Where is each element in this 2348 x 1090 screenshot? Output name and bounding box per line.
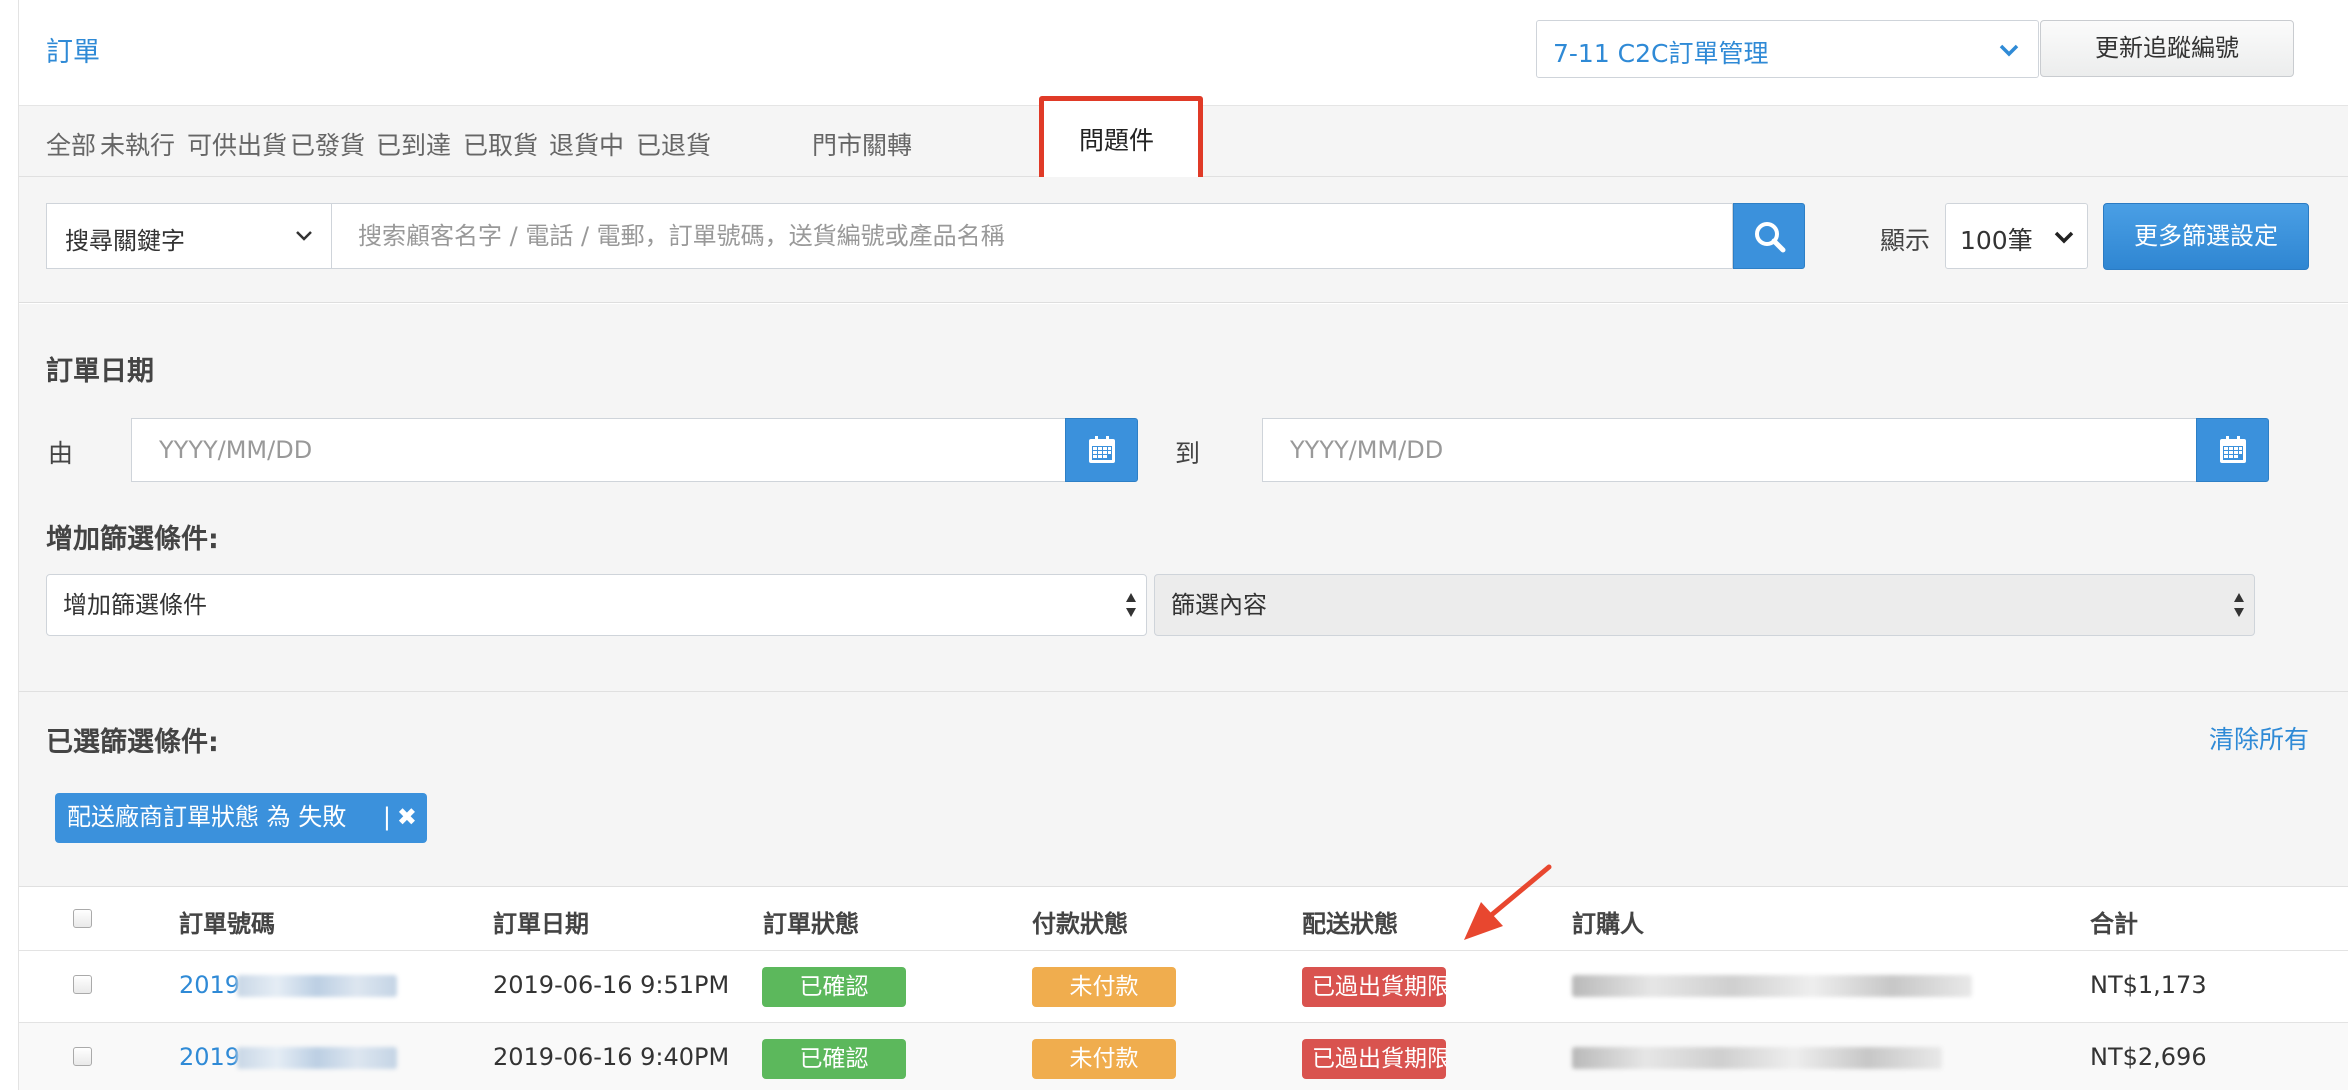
show-label: 顯示	[1880, 226, 1931, 255]
order-total: NT$2,696	[2090, 1043, 2207, 1071]
payment-status-badge: 未付款	[1032, 967, 1176, 1007]
header: 訂單 7-11 C2C訂單管理 更新追蹤編號	[19, 0, 2348, 105]
tab-shipped[interactable]: 已發貨	[290, 126, 365, 162]
col-total[interactable]: 合計	[2090, 904, 2138, 939]
tab-returned[interactable]: 已退貨	[636, 126, 711, 162]
tab-not-executed[interactable]: 未執行	[100, 126, 175, 162]
tab-all[interactable]: 全部	[46, 126, 96, 162]
delivery-status-badge: 已過出貨期限	[1302, 967, 1446, 1007]
remove-filter-icon[interactable]: ✖	[397, 793, 417, 841]
redacted-order-number	[237, 1047, 397, 1069]
filter-panel: 訂單日期 由 YYYY/MM/DD 到 YYYY/MM/DD 增加篩選條件: 增…	[19, 304, 2348, 692]
to-date-input[interactable]: YYYY/MM/DD	[1262, 418, 2197, 482]
from-date-input[interactable]: YYYY/MM/DD	[131, 418, 1066, 482]
order-number-link[interactable]: 2019	[179, 1043, 240, 1071]
keyword-select-value: 搜尋關鍵字	[65, 227, 185, 255]
tab-problem: 問題件	[1079, 126, 1155, 155]
row-checkbox[interactable]	[73, 975, 92, 994]
update-tracking-button[interactable]: 更新追蹤編號	[2040, 20, 2294, 77]
condition-select[interactable]: 增加篩選條件	[46, 574, 1147, 636]
tab-arrived[interactable]: 已到達	[376, 126, 451, 162]
orders-page: 訂單 7-11 C2C訂單管理 更新追蹤編號 全部 未執行 可供出貨 已發貨 已…	[18, 0, 2348, 1090]
search-button[interactable]	[1733, 203, 1805, 269]
order-status-badge: 已確認	[762, 967, 906, 1007]
page-size-select[interactable]: 100筆	[1945, 203, 2088, 269]
tab-picked-up[interactable]: 已取貨	[463, 126, 538, 162]
calendar-icon	[2220, 436, 2246, 463]
updown-arrows-icon	[1126, 593, 1136, 617]
col-order-no[interactable]: 訂單號碼	[179, 904, 275, 939]
tab-returning[interactable]: 退貨中	[549, 126, 624, 162]
calendar-icon	[1089, 436, 1115, 463]
store-select-value: 7-11 C2C訂單管理	[1553, 39, 1769, 68]
orders-table: 訂單號碼 訂單日期 訂單狀態 付款狀態 配送狀態 訂購人 合計 2019 201…	[19, 886, 2348, 1090]
to-calendar-button[interactable]	[2196, 418, 2269, 482]
chevron-down-icon	[1999, 44, 2019, 57]
more-filters-button[interactable]: 更多篩選設定	[2103, 203, 2309, 270]
chevron-down-icon	[296, 231, 312, 241]
selected-filters: 已選篩選條件: 清除所有 配送廠商訂單狀態 為 失敗 | ✖	[19, 692, 2348, 886]
content-select-value: 篩選內容	[1171, 591, 1267, 619]
redacted-customer	[1572, 1047, 1942, 1069]
col-order-date[interactable]: 訂單日期	[493, 904, 589, 939]
col-customer[interactable]: 訂購人	[1572, 904, 1644, 939]
search-bar: 搜尋關鍵字 搜索顧客名字 / 電話 / 電郵，訂單號碼，送貨編號或產品名稱 顯示…	[19, 177, 2348, 303]
updown-arrows-icon	[2234, 593, 2244, 617]
filter-chip: 配送廠商訂單狀態 為 失敗 | ✖	[55, 793, 427, 843]
search-icon	[1755, 222, 1786, 253]
select-all-checkbox[interactable]	[73, 909, 92, 928]
from-calendar-button[interactable]	[1065, 418, 1138, 482]
col-order-status[interactable]: 訂單狀態	[763, 904, 859, 939]
condition-select-value: 增加篩選條件	[63, 591, 207, 619]
clear-all-link[interactable]: 清除所有	[2209, 720, 2309, 756]
order-total: NT$1,173	[2090, 971, 2207, 999]
search-input[interactable]: 搜索顧客名字 / 電話 / 電郵，訂單號碼，送貨編號或產品名稱	[332, 203, 1733, 269]
to-label: 到	[1175, 439, 1201, 468]
add-condition-label: 增加篩選條件:	[46, 524, 219, 555]
order-date: 2019-06-16 9:40PM	[493, 1043, 730, 1071]
order-date: 2019-06-16 9:51PM	[493, 971, 730, 999]
chip-separator: |	[382, 803, 391, 831]
redacted-customer	[1572, 975, 1972, 997]
page-title: 訂單	[46, 37, 100, 68]
chevron-down-icon	[2054, 231, 2074, 244]
tab-ready-to-ship[interactable]: 可供出貨	[187, 126, 287, 162]
row-checkbox[interactable]	[73, 1047, 92, 1066]
selected-filters-label: 已選篩選條件:	[46, 727, 219, 758]
from-label: 由	[48, 439, 74, 468]
content-select[interactable]: 篩選內容	[1154, 574, 2255, 636]
order-date-label: 訂單日期	[46, 356, 154, 387]
tab-problem-highlight[interactable]: 問題件	[1039, 96, 1203, 188]
col-delivery-status[interactable]: 配送狀態	[1302, 904, 1398, 939]
delivery-status-badge: 已過出貨期限	[1302, 1039, 1446, 1079]
page-size-value: 100筆	[1960, 226, 2033, 255]
table-row[interactable]: 2019 2019-06-16 9:40PM 已確認 未付款 已過出貨期限 NT…	[19, 1022, 2348, 1090]
payment-status-badge: 未付款	[1032, 1039, 1176, 1079]
keyword-select[interactable]: 搜尋關鍵字	[46, 203, 332, 269]
order-number-link[interactable]: 2019	[179, 971, 240, 999]
annotation-arrow-icon	[1464, 864, 1552, 940]
store-select[interactable]: 7-11 C2C訂單管理	[1536, 20, 2039, 78]
tab-store-transfer[interactable]: 門市關轉	[812, 126, 912, 162]
filter-chip-label: 配送廠商訂單狀態 為 失敗	[67, 803, 347, 831]
col-payment-status[interactable]: 付款狀態	[1032, 904, 1128, 939]
order-status-badge: 已確認	[762, 1039, 906, 1079]
redacted-order-number	[237, 975, 397, 997]
table-row[interactable]: 2019 2019-06-16 9:51PM 已確認 未付款 已過出貨期限 NT…	[19, 950, 2348, 1022]
